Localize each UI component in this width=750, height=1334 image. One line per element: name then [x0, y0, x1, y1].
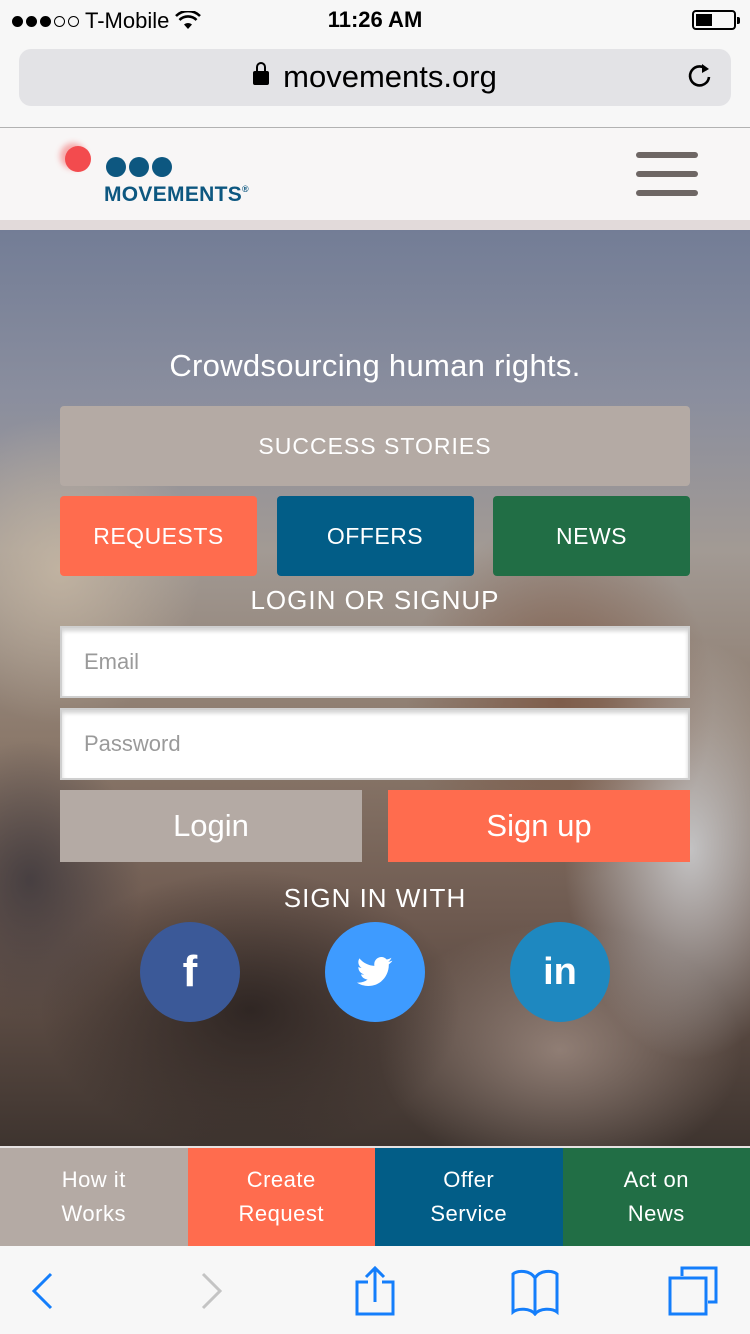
twitter-login-button[interactable]	[325, 922, 425, 1022]
movements-logo[interactable]: MOVEMENTS®	[62, 143, 272, 213]
reload-icon[interactable]	[685, 61, 715, 91]
offers-button[interactable]: OFFERS	[276, 496, 474, 576]
url-text: movements.org	[283, 59, 497, 94]
tagline: Crowdsourcing human rights.	[169, 348, 581, 383]
auth-actions: Login Sign up	[60, 790, 690, 862]
twitter-icon	[357, 957, 393, 986]
browser-address-area: movements.org	[0, 40, 750, 128]
category-buttons: REQUESTS OFFERS NEWS	[60, 496, 690, 576]
linkedin-login-button[interactable]: in	[510, 922, 610, 1022]
facebook-login-button[interactable]: f	[140, 922, 240, 1022]
browser-toolbar	[0, 1246, 750, 1334]
registered-mark: ®	[242, 184, 249, 194]
clock: 11:26 AM	[327, 7, 423, 32]
login-heading: LOGIN OR SIGNUP	[250, 585, 500, 615]
site-header: MOVEMENTS®	[0, 129, 750, 220]
email-input[interactable]	[60, 626, 690, 698]
news-button[interactable]: NEWS	[493, 496, 690, 576]
share-icon[interactable]	[350, 1266, 400, 1316]
back-icon[interactable]	[18, 1266, 68, 1316]
linkedin-icon: in	[543, 950, 577, 993]
hamburger-menu-icon[interactable]	[636, 149, 698, 199]
lock-icon	[253, 62, 270, 85]
bookmarks-icon[interactable]	[510, 1266, 560, 1316]
success-stories-button[interactable]: SUCCESS STORIES	[60, 406, 690, 486]
requests-button[interactable]: REQUESTS	[60, 496, 257, 576]
facebook-icon: f	[182, 947, 198, 996]
logo-dots-icon	[106, 157, 172, 177]
logo-red-dot-icon	[65, 146, 91, 172]
forward-icon[interactable]	[186, 1266, 236, 1316]
how-it-works-link[interactable]: How it Works	[0, 1148, 188, 1246]
bottom-site-nav: How it Works Create Request Offer Servic…	[0, 1146, 750, 1246]
status-bar: T-Mobile 11:26 AM	[0, 0, 750, 40]
address-bar[interactable]: movements.org	[19, 49, 731, 106]
header-divider	[0, 220, 750, 230]
signup-button[interactable]: Sign up	[388, 790, 690, 862]
login-button[interactable]: Login	[60, 790, 362, 862]
password-input[interactable]	[60, 708, 690, 780]
sign-in-with-heading: SIGN IN WITH	[283, 883, 467, 913]
hero-section: Crowdsourcing human rights. SUCCESS STOR…	[0, 230, 750, 1146]
offer-service-link[interactable]: Offer Service	[375, 1148, 563, 1246]
tabs-icon[interactable]	[668, 1266, 718, 1316]
act-on-news-link[interactable]: Act on News	[562, 1148, 750, 1246]
battery-icon	[692, 10, 740, 30]
create-request-link[interactable]: Create Request	[187, 1148, 375, 1246]
logo-text: MOVEMENTS	[104, 183, 243, 206]
